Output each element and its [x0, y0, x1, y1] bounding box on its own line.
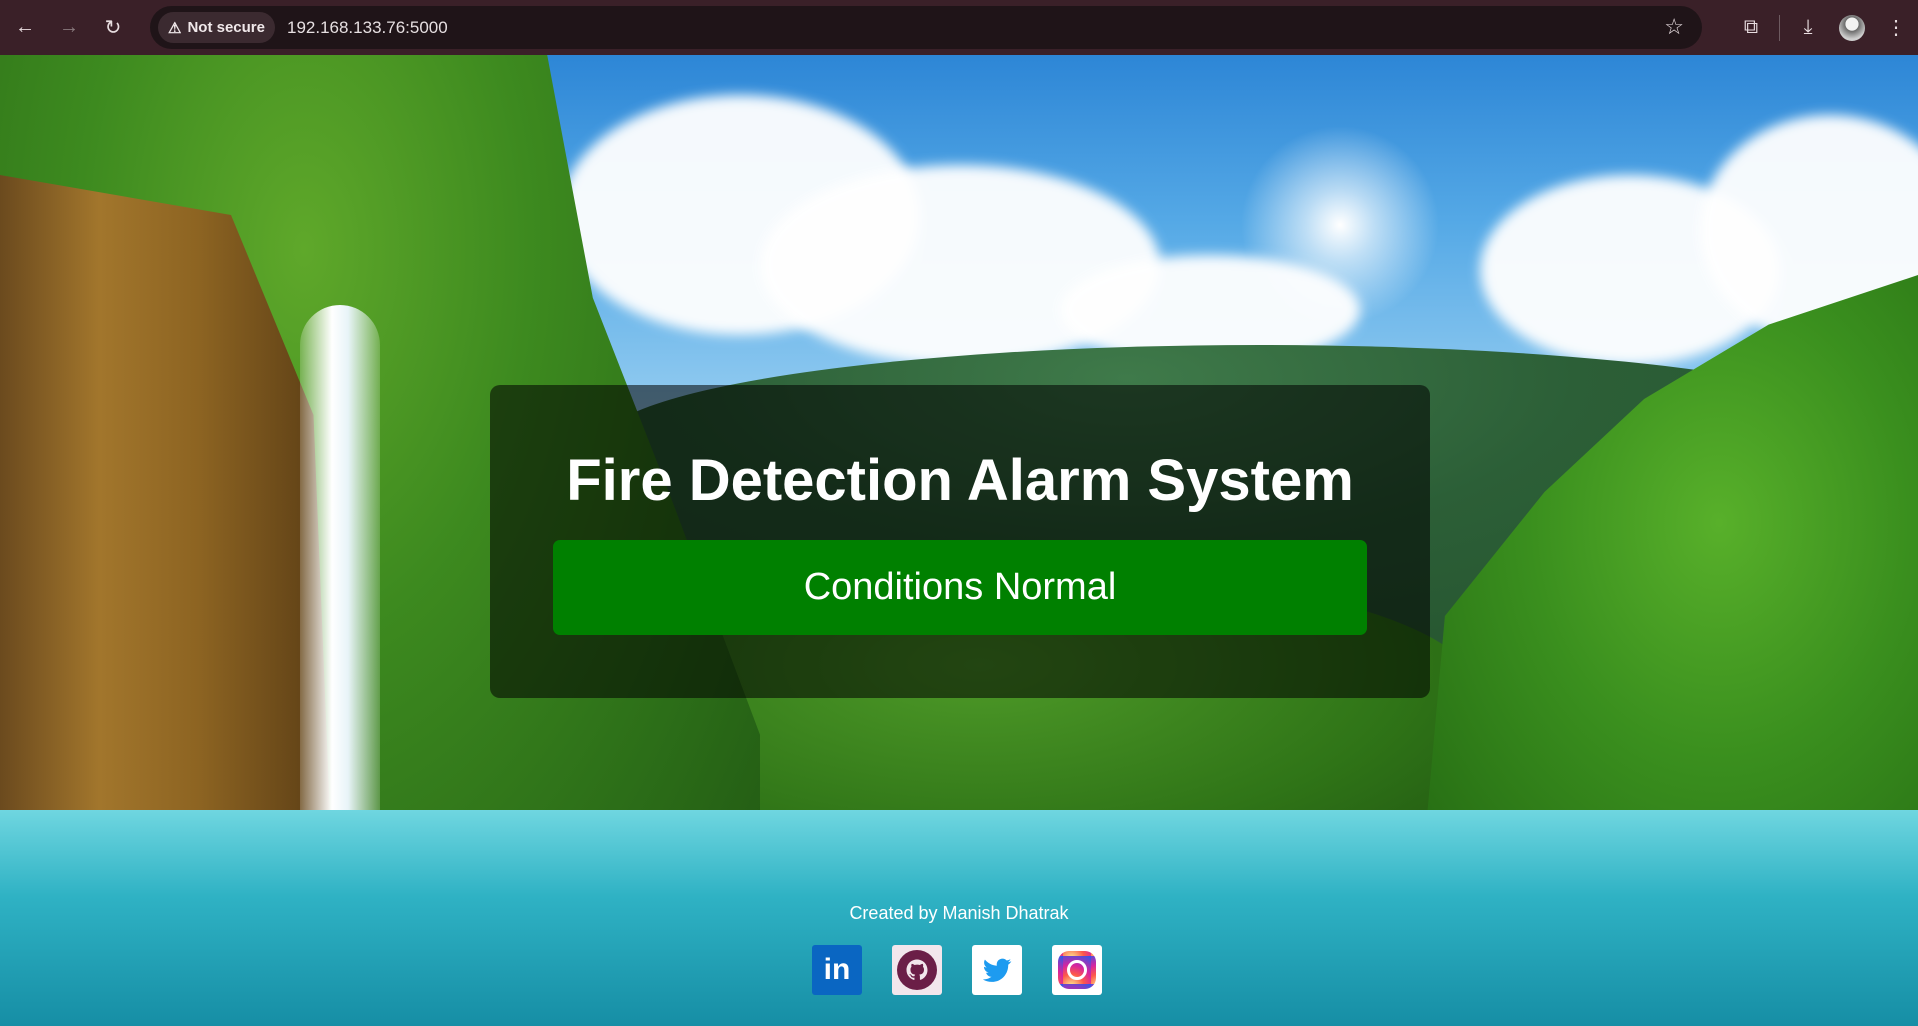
- instagram-link[interactable]: [1052, 945, 1102, 995]
- menu-button[interactable]: ⋮: [1874, 6, 1918, 50]
- arrow-left-icon: ←: [15, 16, 35, 38]
- extensions-button[interactable]: ⧉: [1729, 6, 1773, 50]
- credit-text: Created by Manish Dhatrak: [849, 903, 1069, 923]
- avatar: [1839, 14, 1865, 41]
- forward-button[interactable]: →: [50, 9, 88, 47]
- github-icon: [897, 950, 937, 990]
- arrow-right-icon: →: [59, 16, 79, 38]
- security-label: Not secure: [187, 19, 265, 36]
- page-content: Fire Detection Alarm System Conditions N…: [0, 55, 1918, 1026]
- reload-icon: ↻: [104, 17, 122, 39]
- instagram-icon: [1058, 951, 1096, 989]
- warning-icon: ⚠: [168, 19, 182, 37]
- more-vertical-icon: ⋮: [1886, 17, 1906, 39]
- security-indicator[interactable]: ⚠ Not secure: [158, 12, 275, 43]
- status-card: Fire Detection Alarm System Conditions N…: [490, 385, 1430, 698]
- linkedin-link[interactable]: in: [812, 945, 862, 995]
- browser-toolbar: ← → ↻ ⚠ Not secure 192.168.133.76:5000 ☆…: [0, 0, 1918, 55]
- download-icon: ⤓: [1803, 16, 1813, 38]
- puzzle-icon: ⧉: [1743, 16, 1759, 38]
- social-links: in: [812, 945, 1102, 995]
- instagram-lens: [1067, 960, 1087, 980]
- profile-button[interactable]: [1830, 6, 1874, 50]
- toolbar-actions: ⧉ ⤓ ⋮: [1729, 0, 1918, 55]
- status-text: Conditions Normal: [803, 566, 1117, 608]
- github-link[interactable]: [892, 945, 942, 995]
- bookmark-star-icon[interactable]: ☆: [1664, 14, 1684, 40]
- back-button[interactable]: ←: [6, 9, 44, 47]
- twitter-link[interactable]: [972, 945, 1022, 995]
- twitter-icon: [982, 958, 1012, 982]
- url-text[interactable]: 192.168.133.76:5000: [287, 18, 448, 38]
- page-title: Fire Detection Alarm System: [566, 448, 1354, 513]
- linkedin-icon: in: [823, 953, 851, 986]
- downloads-button[interactable]: ⤓: [1786, 6, 1830, 50]
- status-indicator: Conditions Normal: [553, 540, 1367, 635]
- toolbar-divider: [1779, 14, 1780, 41]
- address-bar[interactable]: ⚠ Not secure 192.168.133.76:5000 ☆: [150, 6, 1702, 49]
- reload-button[interactable]: ↻: [94, 9, 132, 47]
